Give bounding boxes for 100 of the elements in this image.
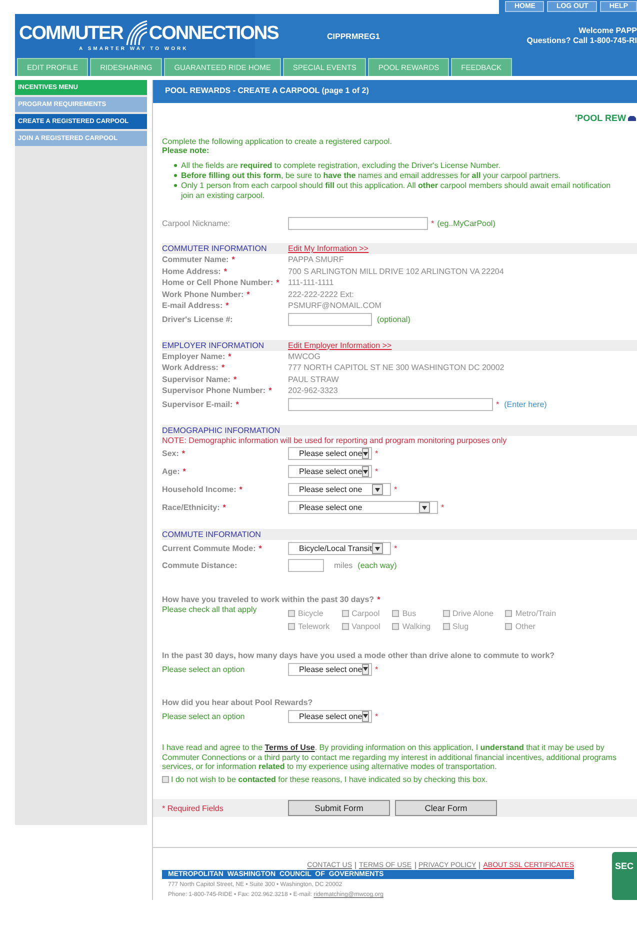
field-label: Commuter Name: [162,255,229,264]
input-field[interactable] [288,216,428,230]
question-text: In the past 30 days, how many days have you used a mode other than drive alone to commute to work? [162,651,556,660]
required-mark: * [239,485,242,494]
checkbox[interactable] [505,610,512,617]
field-label: E-mail Address: [162,301,223,310]
field-label: Supervisor Phone Number: [162,386,266,396]
checkbox-label: Telework [298,622,330,631]
note-text: Before filling out this form, be sure to have the names and email addresses for all your carpool partners. [181,171,561,181]
input-field[interactable] [288,559,324,572]
welcome-text: Welcome PAPP [578,26,637,36]
field-label: Home or Cell Phone Number: [162,278,274,288]
field-label: Work Phone Number: [162,290,244,299]
required-mark: * [226,301,229,310]
checkbox[interactable] [342,623,349,630]
required-mark: * [394,485,398,494]
checkbox-label: Walking [402,622,430,631]
required-mark: * [375,664,378,674]
required-mark: * [496,400,500,409]
checkbox[interactable] [342,610,349,617]
brand-logo-text: 'POOL REW [575,113,626,123]
checkbox[interactable] [288,610,295,617]
checkbox-label: Metro/Train [515,609,556,618]
section-title: COMMUTER INFORMATION [162,244,268,253]
checkbox[interactable] [392,623,400,630]
field-hint: (eg..MyCarPool) [437,218,496,228]
consent-text: I have read and agree to the Terms of Use. By providing information on this application, I understand that it may be used by Commuter Connections or a third party to contact me regarding my interest in additional financial incentives, additional programs services, or for information related to my experience using alternative modes of transportation. [162,743,618,772]
form-button[interactable]: Submit Form [288,800,390,816]
required-mark: * [246,290,250,299]
required-mark: * [236,400,239,409]
required-mark: * [377,594,380,604]
field-label: Race/Ethnicity: [162,503,220,512]
checkbox[interactable] [505,623,512,630]
select-dropdown[interactable]: Please select one [288,501,438,514]
required-mark: * [431,218,434,228]
field-value: 777 NORTH CAPITOL ST NE 300 WASHINGTON DC 20002 [288,363,504,372]
opt-out-text: I do not wish to be contacted for these reasons, I have indicated so by checking this box. [171,774,488,784]
select-dropdown[interactable]: Please select one [288,465,372,478]
field-label: Household Income: [162,485,236,494]
form-button[interactable]: Clear Form [395,800,497,816]
field-hint: (each way) [358,561,397,570]
field-label: Driver's License #: [162,315,233,324]
security-seal: SEC [612,852,637,900]
field-value: PAUL STRAW [288,374,339,384]
field-label: Supervisor E-mail: [162,400,233,409]
field-value: MWCOG [288,352,320,361]
instruction-text: Please select an option [162,712,246,720]
edit-link[interactable]: Edit Employer Information >> [288,340,392,350]
field-label: Carpool Nickname: [162,218,232,228]
car-icon [627,114,637,122]
unit-label: miles [334,561,353,570]
field-value: PAPPA SMURF [288,255,344,264]
help-phone-text: Questions? Call 1-800-745-RI [526,36,637,46]
required-mark: * [221,363,225,372]
field-value: 202-962-3323 [288,386,338,396]
required-mark: * [228,352,232,361]
required-mark: * [182,467,186,476]
note-text: All the fields are required to complete registration, excluding the Driver's License Number. [181,161,500,171]
checkbox-label: Slug [452,622,469,631]
checkbox-label: Vanpool [352,622,380,631]
checkbox[interactable] [162,776,169,783]
terms-link[interactable]: Terms of Use [264,743,315,752]
checkbox[interactable] [288,623,295,630]
input-field[interactable] [288,313,372,326]
required-mark: * [232,255,235,264]
logo-text: COMMUTER [19,24,123,42]
required-mark: * [233,374,237,384]
checkbox[interactable] [392,610,400,617]
checkbox[interactable] [442,623,450,630]
select-dropdown[interactable]: Please select one [288,662,372,676]
note-text: join an existing carpool. [181,191,265,201]
field-label: Work Address: [162,363,218,372]
checkbox-label: Bicycle [298,609,324,618]
instruction-text: Please select an option [162,664,246,674]
checkbox[interactable] [442,610,450,617]
logo-text: CONNECTIONS [148,24,278,42]
field-label: Commute Distance: [162,561,238,570]
select-dropdown[interactable]: Please select one [288,710,372,722]
required-mark: * [222,503,226,512]
question-text: How did you hear about Pool Rewards? [162,698,314,707]
edit-link[interactable]: Edit My Information >> [288,244,368,253]
instruction-text: Please check all that apply [162,605,258,614]
field-value: 111-111-1111 [288,278,334,288]
required-mark: * [224,266,227,276]
field-value: 700 S ARLINGTON MILL DRIVE 102 ARLINGTON VA 22204 [288,266,504,276]
field-label: Current Commute Mode: [162,544,256,553]
section-title: EMPLOYER INFORMATION [162,340,266,350]
checkbox-label: Drive Alone [452,609,494,618]
select-dropdown[interactable]: Bicycle/Local Transit [288,542,391,555]
select-dropdown[interactable]: Please select one [288,447,372,460]
field-label: Supervisor Name: [162,374,230,384]
required-mark: * [182,449,186,458]
select-dropdown[interactable]: Please select one [288,483,391,496]
required-mark: * [276,278,280,288]
section-title: DEMOGRAPHIC INFORMATION [162,426,282,434]
note-text: Only 1 person from each carpool should fill out this application. All other carpool members should await email notification [181,181,611,191]
required-mark: * [394,544,398,553]
required-mark: * [441,503,444,512]
field-value: 222-222-2222 Ext: [288,290,354,299]
input-field[interactable] [288,398,493,411]
